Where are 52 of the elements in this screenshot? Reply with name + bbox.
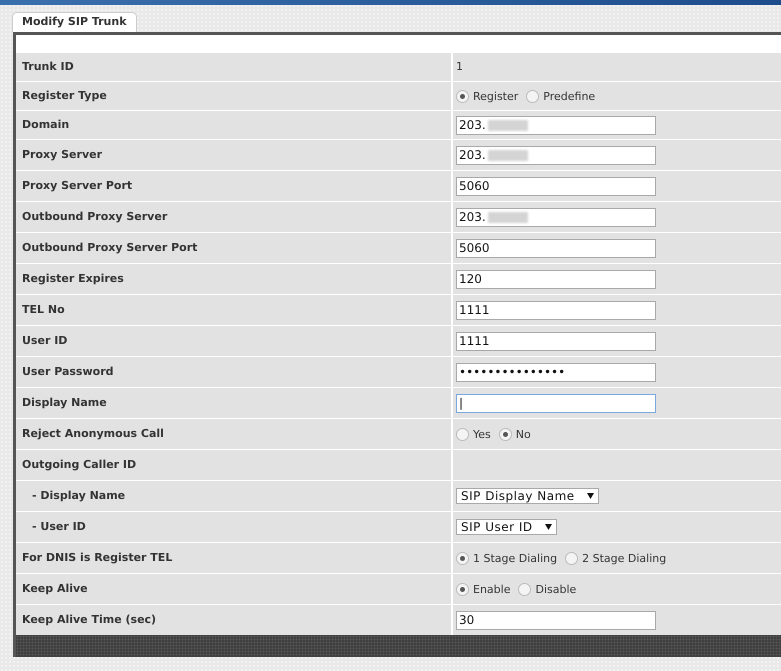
input-field[interactable]: ••••••••••••••• [456,362,656,382]
radio-label: Register [473,89,518,106]
field-label: For DNIS is Register TEL [21,550,172,566]
radio-button[interactable] [456,90,469,102]
input-field[interactable]: 203. [456,146,656,164]
radio-label: Yes [473,427,491,444]
field-label: Domain [21,116,70,133]
value-text: 1 [456,58,463,75]
input-field[interactable]: 203. [456,116,656,134]
caret-icon [544,524,552,530]
radio-button[interactable] [518,582,532,596]
radio-button[interactable] [456,552,469,564]
field-label: - Display Name [31,488,126,504]
dropdown[interactable]: SIP User ID [456,519,557,535]
field-label: Display Name [21,394,107,411]
radio-button[interactable] [456,428,469,440]
field-label: User Password [21,364,114,380]
field-label: Keep Alive [21,580,88,597]
radio-label: Disable [535,582,576,598]
field-label: Reject Anonymous Call [21,426,164,442]
dropdown[interactable]: SIP Display Name [456,488,599,504]
field-label: Proxy Server [21,146,102,163]
caret-icon [586,493,594,499]
input-field[interactable]: 1111 [456,300,656,320]
tab[interactable]: Modify SIP Trunk [12,12,137,32]
radio-label: Predefine [543,89,596,106]
field-label: User ID [21,332,68,349]
field-label: Keep Alive Time (sec) [21,612,156,628]
field-label: TEL No [21,302,65,318]
input-field[interactable]: 203. [456,208,656,226]
field-label: Register Type [21,88,107,104]
field-label: Trunk ID [21,58,74,75]
input-field[interactable]: 1111 [456,332,656,350]
field-label: Outbound Proxy Server [21,208,168,225]
field-label: - User ID [31,518,86,535]
field-label: Proxy Server Port [21,178,132,194]
input-field[interactable]: 5060 [456,238,656,258]
radio-label: No [516,427,531,444]
input-field[interactable]: 30 [456,610,656,630]
radio-label: 2 Stage Dialing [582,551,666,568]
radio-button[interactable] [526,90,540,102]
field-label: Register Expires [21,270,124,287]
radio-button[interactable] [565,552,578,564]
input-field[interactable]: 5060 [456,176,656,196]
radio-label: Enable [473,582,510,598]
radio-button[interactable] [456,582,469,596]
input-field[interactable]: | [456,394,656,412]
field-label: Outgoing Caller ID [21,456,136,473]
field-label: Outbound Proxy Server Port [21,240,198,256]
radio-button[interactable] [498,428,512,440]
input-field[interactable]: 120 [456,270,656,288]
radio-label: 1 Stage Dialing [473,551,558,568]
